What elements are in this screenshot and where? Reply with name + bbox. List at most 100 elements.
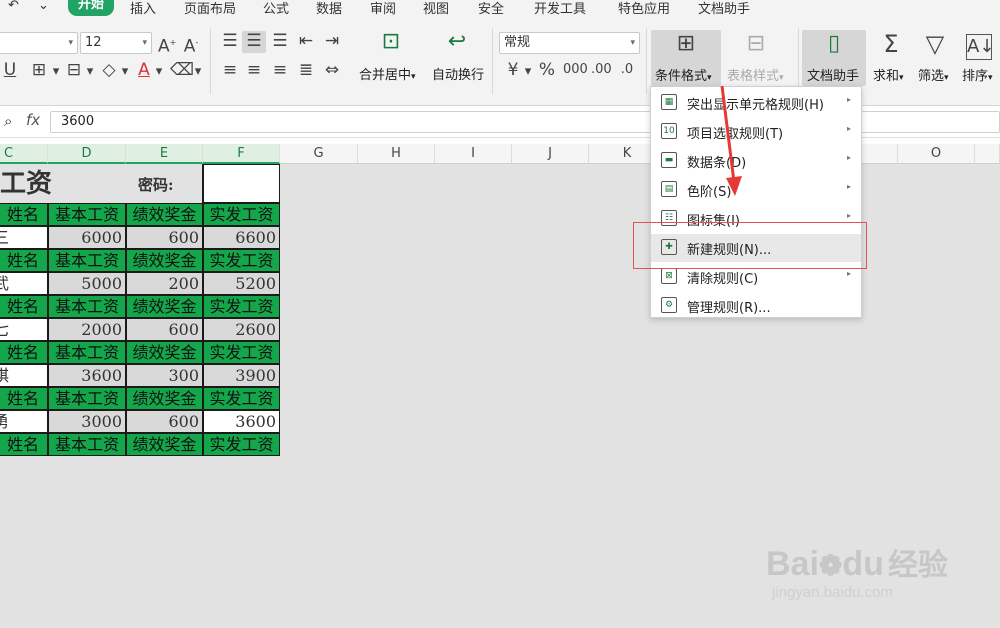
increase-decimal-icon[interactable]: .00 xyxy=(591,60,612,80)
align-bottom-icon[interactable]: ☰ xyxy=(270,31,290,51)
tab-dev-tools[interactable]: 开发工具 xyxy=(534,0,586,17)
wrap-text-button[interactable]: 自动换行 xyxy=(432,64,484,83)
tab-review[interactable]: 审阅 xyxy=(370,0,396,17)
eraser-icon[interactable]: ⌫ xyxy=(170,60,194,80)
table-value-cell[interactable]: 3000 xyxy=(48,410,126,433)
menu-item[interactable]: ▦ 突出显示单元格规则(H) ▸ xyxy=(651,89,861,117)
table-value-cell[interactable]: 3600 xyxy=(203,410,280,433)
tab-insert[interactable]: 插入 xyxy=(130,0,156,17)
chevron-down-icon[interactable]: ▾ xyxy=(154,62,164,82)
font-color-icon[interactable]: A xyxy=(136,60,152,80)
table-value-cell[interactable]: 3900 xyxy=(203,364,280,387)
align-right-icon[interactable]: ≡ xyxy=(270,60,290,80)
column-header-g[interactable]: G xyxy=(280,144,358,164)
table-style-button[interactable]: 表格样式▾ xyxy=(727,65,784,84)
table-header-cell[interactable]: 绩效奖金 xyxy=(126,341,203,364)
chevron-down-icon[interactable]: ▾ xyxy=(120,62,130,82)
cell-style-icon[interactable]: ⊟ xyxy=(64,60,84,80)
menu-undo-icon[interactable]: ↶ xyxy=(8,0,19,13)
underline-icon[interactable]: U xyxy=(2,60,18,80)
conditional-format-button[interactable]: 条件格式▾ xyxy=(655,65,712,84)
column-header-p[interactable] xyxy=(975,144,1000,164)
tab-doc-helper[interactable]: 文档助手 xyxy=(698,0,750,17)
conditional-format-icon[interactable]: ⊞ xyxy=(668,33,704,55)
chevron-down-icon[interactable]: ▾ xyxy=(85,62,95,82)
menu-item[interactable]: ⚙ 管理规则(R)... xyxy=(651,292,861,320)
table-header-cell[interactable]: 绩效奖金 xyxy=(126,387,203,410)
menu-item[interactable]: 10 项目选取规则(T) ▸ xyxy=(651,118,861,146)
column-header-j[interactable]: J xyxy=(512,144,589,164)
font-size-combo[interactable]: 12 ▾ xyxy=(80,32,152,54)
employee-name-cell[interactable]: 琪 xyxy=(0,364,48,387)
table-header-cell[interactable]: 姓名 xyxy=(0,295,48,318)
align-middle-icon[interactable]: ☰ xyxy=(244,31,264,51)
employee-name-cell[interactable]: 三 xyxy=(0,226,48,249)
table-header-cell[interactable]: 基本工资 xyxy=(48,387,126,410)
merge-center-icon[interactable]: ⊡ xyxy=(376,31,406,53)
filter-icon[interactable]: ▽ xyxy=(920,32,950,56)
align-center-icon[interactable]: ≡ xyxy=(244,60,264,80)
fx-icon[interactable]: fx xyxy=(26,111,40,129)
table-value-cell[interactable]: 600 xyxy=(126,226,203,249)
column-header-o[interactable]: O xyxy=(898,144,975,164)
table-value-cell[interactable]: 600 xyxy=(126,318,203,341)
tab-formula[interactable]: 公式 xyxy=(263,0,289,17)
table-header-cell[interactable]: 姓名 xyxy=(0,341,48,364)
table-header-cell[interactable]: 绩效奖金 xyxy=(126,433,203,456)
table-value-cell[interactable]: 3600 xyxy=(48,364,126,387)
doc-helper-icon[interactable]: ▯ xyxy=(818,33,850,55)
password-input-cell[interactable] xyxy=(203,164,280,203)
table-header-cell[interactable]: 基本工资 xyxy=(48,433,126,456)
table-header-cell[interactable]: 实发工资 xyxy=(203,341,280,364)
chevron-down-icon[interactable]: ⌄ xyxy=(38,0,49,13)
table-header-cell[interactable]: 姓名 xyxy=(0,249,48,272)
table-value-cell[interactable]: 200 xyxy=(126,272,203,295)
table-header-cell[interactable]: 绩效奖金 xyxy=(126,249,203,272)
table-header-cell[interactable]: 姓名 xyxy=(0,203,48,226)
column-header-h[interactable]: H xyxy=(358,144,435,164)
align-top-icon[interactable]: ☰ xyxy=(220,31,240,51)
tab-view[interactable]: 视图 xyxy=(423,0,449,17)
wrap-text-icon[interactable]: ↩ xyxy=(442,31,472,53)
decrease-decimal-icon[interactable]: .0 xyxy=(617,60,637,80)
table-header-cell[interactable]: 基本工资 xyxy=(48,295,126,318)
chevron-down-icon[interactable]: ▾ xyxy=(523,62,533,82)
table-header-cell[interactable]: 实发工资 xyxy=(203,249,280,272)
table-value-cell[interactable]: 2600 xyxy=(203,318,280,341)
sort-icon[interactable]: A↓ xyxy=(966,34,994,60)
table-value-cell[interactable]: 300 xyxy=(126,364,203,387)
merge-center-button[interactable]: 合并居中▾ xyxy=(359,64,416,83)
employee-name-cell[interactable]: 武 xyxy=(0,272,48,295)
increase-indent-icon[interactable]: ⇥ xyxy=(322,31,342,51)
tab-page-layout[interactable]: 页面布局 xyxy=(184,0,236,17)
number-format-combo[interactable]: 常规 ▾ xyxy=(499,32,640,54)
font-name-combo[interactable]: ▾ xyxy=(0,32,78,54)
table-header-cell[interactable]: 实发工资 xyxy=(203,203,280,226)
tab-special-apps[interactable]: 特色应用 xyxy=(618,0,670,17)
sum-icon[interactable]: Σ xyxy=(877,32,905,56)
table-header-cell[interactable]: 实发工资 xyxy=(203,433,280,456)
column-header-e[interactable]: E xyxy=(126,144,203,164)
column-header-d[interactable]: D xyxy=(48,144,126,164)
menu-item[interactable]: ▤ 色阶(S) ▸ xyxy=(651,176,861,204)
table-value-cell[interactable]: 2000 xyxy=(48,318,126,341)
table-header-cell[interactable]: 实发工资 xyxy=(203,295,280,318)
table-header-cell[interactable]: 基本工资 xyxy=(48,341,126,364)
thousands-separator-icon[interactable]: 000 xyxy=(563,60,588,80)
percent-icon[interactable]: % xyxy=(537,60,557,80)
table-header-cell[interactable]: 绩效奖金 xyxy=(126,295,203,318)
table-value-cell[interactable]: 6000 xyxy=(48,226,126,249)
table-header-cell[interactable]: 姓名 xyxy=(0,387,48,410)
tab-security[interactable]: 安全 xyxy=(478,0,504,17)
table-value-cell[interactable]: 5200 xyxy=(203,272,280,295)
menu-item[interactable]: ▬ 数据条(D) ▸ xyxy=(651,147,861,175)
table-header-cell[interactable]: 姓名 xyxy=(0,433,48,456)
table-header-cell[interactable]: 基本工资 xyxy=(48,249,126,272)
table-value-cell[interactable]: 6600 xyxy=(203,226,280,249)
employee-name-cell[interactable]: 勇 xyxy=(0,410,48,433)
table-header-cell[interactable]: 实发工资 xyxy=(203,387,280,410)
column-header-f[interactable]: F xyxy=(203,144,280,164)
table-value-cell[interactable]: 5000 xyxy=(48,272,126,295)
doc-helper-button[interactable]: 文档助手 xyxy=(807,65,859,84)
employee-name-cell[interactable]: 七 xyxy=(0,318,48,341)
